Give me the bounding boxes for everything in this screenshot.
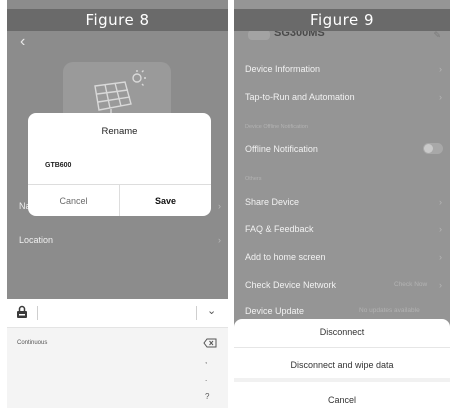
disconnect-wipe-data-button[interactable]: Disconnect and wipe data xyxy=(234,360,450,370)
backspace-icon[interactable] xyxy=(203,335,217,353)
edit-icon[interactable]: ✎ xyxy=(433,30,441,41)
divider xyxy=(234,347,450,348)
divider xyxy=(196,306,197,320)
faq-feedback-item[interactable]: FAQ & Feedback xyxy=(245,224,314,234)
device-update-item[interactable]: Device Update xyxy=(245,306,304,316)
rename-input[interactable]: GTB600 xyxy=(45,162,71,169)
keyboard-toolbar: ⌄ xyxy=(7,299,228,327)
section-label-others: Others xyxy=(245,176,262,182)
key-period[interactable]: . xyxy=(205,374,207,383)
dialog-title: Rename xyxy=(101,126,138,137)
cancel-button[interactable]: Cancel xyxy=(28,185,120,216)
save-button[interactable]: Save xyxy=(120,185,211,216)
offline-notification-toggle[interactable] xyxy=(423,143,443,154)
add-to-home-screen-item[interactable]: Add to home screen xyxy=(245,252,326,262)
offline-notification-item: Offline Notification xyxy=(245,144,318,154)
disconnect-button[interactable]: Disconnect xyxy=(234,327,450,337)
disconnect-action-sheet: Disconnect Disconnect and wipe data Canc… xyxy=(234,319,450,408)
cancel-button[interactable]: Cancel xyxy=(234,395,450,405)
keyboard: Continuous , . ? xyxy=(7,327,228,408)
chevron-right-icon: › xyxy=(439,64,442,74)
divider xyxy=(234,378,450,382)
device-information-item[interactable]: Device Information xyxy=(245,64,320,74)
chevron-down-icon[interactable]: ⌄ xyxy=(207,304,216,317)
figure-8-panel: Figure 8 ‹ Na › Location › Rename GTB600… xyxy=(7,0,228,408)
divider xyxy=(37,306,38,320)
check-device-network-item[interactable]: Check Device Network xyxy=(245,280,336,290)
figure-9-caption: Figure 9 xyxy=(234,9,450,31)
key-question[interactable]: ? xyxy=(205,392,209,401)
row-location-label[interactable]: Location xyxy=(19,235,53,245)
section-label-offline: Device Offline Notification xyxy=(245,124,308,130)
key-comma[interactable]: , xyxy=(205,356,207,365)
update-status-label: No updates available xyxy=(359,307,420,314)
share-device-item[interactable]: Share Device xyxy=(245,197,299,207)
chevron-left-icon[interactable]: ‹ xyxy=(20,33,25,51)
chevron-right-icon: › xyxy=(218,201,221,211)
chevron-right-icon: › xyxy=(439,197,442,207)
chevron-right-icon: › xyxy=(439,280,442,290)
lock-icon[interactable] xyxy=(16,305,28,324)
chevron-right-icon: › xyxy=(218,235,221,245)
rename-dialog: Rename GTB600 Cancel Save xyxy=(28,113,211,216)
dialog-actions: Cancel Save xyxy=(28,184,211,216)
chevron-right-icon: › xyxy=(439,92,442,102)
chevron-right-icon: › xyxy=(439,252,442,262)
chevron-right-icon: › xyxy=(439,224,442,234)
device-thumbnail xyxy=(248,30,270,40)
figure-8-caption: Figure 8 xyxy=(7,9,228,31)
check-now-label[interactable]: Check Now xyxy=(394,281,427,288)
tap-to-run-item[interactable]: Tap-to-Run and Automation xyxy=(245,92,355,102)
keyboard-mode-label[interactable]: Continuous xyxy=(17,340,47,346)
figure-9-panel: Figure 9 SG300MS ✎ Device Information › … xyxy=(234,0,450,408)
